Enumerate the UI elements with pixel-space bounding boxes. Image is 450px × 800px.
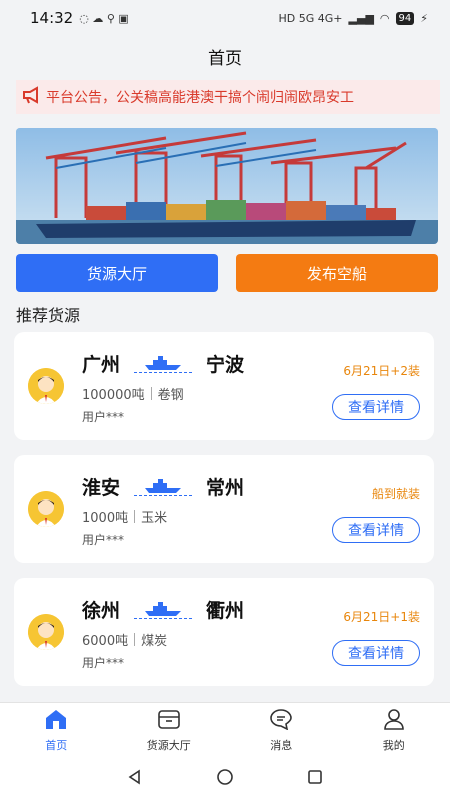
cargo-weight: 6000吨 <box>82 634 129 649</box>
signal-icon: ▂▄▆ <box>348 11 374 25</box>
ship-icon <box>134 355 193 373</box>
origin-port: 淮安 <box>82 477 121 499</box>
publisher-user: 用户*** <box>82 656 125 670</box>
back-icon[interactable] <box>127 769 143 789</box>
origin-port: 广州 <box>82 354 121 376</box>
home-icon <box>44 708 68 733</box>
wifi-icon: ◠ <box>379 11 390 25</box>
view-details-button[interactable]: 查看详情 <box>332 394 420 420</box>
cargo-card[interactable]: 广州 宁波 100000吨 卷钢 用户*** 6月21日+2装 查看详情 <box>14 332 434 440</box>
tab-mine[interactable]: 我的 <box>338 703 450 758</box>
ship-icon <box>134 478 193 496</box>
cargo-info: 6000吨 煤炭 <box>82 630 167 649</box>
notification-icon: ◌ ☁ ⚲ ▣ <box>79 11 129 25</box>
route: 淮安 常州 <box>82 473 244 500</box>
tab-home[interactable]: 首页 <box>0 703 113 758</box>
divider <box>150 387 152 400</box>
cargo-goods: 卷钢 <box>157 388 184 403</box>
status-right: HD 5G 4G+ ▂▄▆ ◠ 94 ⚡ <box>278 11 428 25</box>
home-circle-icon[interactable] <box>216 768 234 790</box>
ship-icon <box>134 601 193 619</box>
announcement-text: 平台公告，公关稿高能港澳干搞个闹归闹欧昂安工 <box>46 90 354 106</box>
cargo-info: 1000吨 玉米 <box>82 507 167 526</box>
publisher-user: 用户*** <box>82 533 125 547</box>
announcement-bar[interactable]: 平台公告，公关稿高能港澳干搞个闹归闹欧昂安工 <box>16 80 440 114</box>
cargo-card[interactable]: 徐州 衢州 6000吨 煤炭 用户*** 6月21日+1装 查看详情 <box>14 578 434 686</box>
status-left: 14:32 ◌ ☁ ⚲ ▣ <box>30 9 129 27</box>
cargo-weight: 100000吨 <box>82 388 145 403</box>
tab-cargo-hall[interactable]: 货源大厅 <box>113 703 226 758</box>
port-banner-image[interactable] <box>16 128 438 244</box>
megaphone-icon <box>22 85 42 109</box>
loading-date: 6月21日+2装 <box>343 364 420 378</box>
charging-icon: ⚡ <box>420 11 428 25</box>
user-icon <box>382 708 406 733</box>
recents-icon[interactable] <box>307 769 323 789</box>
tab-messages-label: 消息 <box>270 739 293 752</box>
route: 徐州 衢州 <box>82 596 244 623</box>
loading-date: 6月21日+1装 <box>343 610 420 624</box>
divider <box>134 510 136 523</box>
recommended-cargo-heading: 推荐货源 <box>16 306 81 325</box>
user-avatar-icon <box>28 614 64 650</box>
cargo-weight: 1000吨 <box>82 511 129 526</box>
user-avatar-icon <box>28 368 64 404</box>
cargo-goods: 玉米 <box>141 511 168 526</box>
tab-home-label: 首页 <box>45 739 68 752</box>
tab-messages[interactable]: 消息 <box>225 703 338 758</box>
route: 广州 宁波 <box>82 350 244 377</box>
status-time: 14:32 <box>30 9 74 27</box>
tab-mine-label: 我的 <box>382 739 405 752</box>
tab-cargo-hall-label: 货源大厅 <box>146 739 191 752</box>
page-title: 首页 <box>208 49 242 69</box>
system-navigation-bar <box>0 758 450 800</box>
cargo-info: 100000吨 卷钢 <box>82 384 184 403</box>
origin-port: 徐州 <box>82 600 121 622</box>
battery-indicator: 94 <box>395 11 415 25</box>
publish-empty-ship-button[interactable]: 发布空船 <box>236 254 438 292</box>
user-avatar-icon <box>28 491 64 527</box>
cargo-goods: 煤炭 <box>141 634 168 649</box>
destination-port: 衢州 <box>206 600 245 622</box>
box-icon <box>157 708 181 733</box>
destination-port: 常州 <box>206 477 245 499</box>
chat-bubble-icon <box>269 708 293 733</box>
cargo-hall-button[interactable]: 货源大厅 <box>16 254 218 292</box>
publisher-user: 用户*** <box>82 410 125 424</box>
status-bar: 14:32 ◌ ☁ ⚲ ▣ HD 5G 4G+ ▂▄▆ ◠ 94 ⚡ <box>0 0 450 36</box>
view-details-button[interactable]: 查看详情 <box>332 640 420 666</box>
divider <box>134 633 136 646</box>
bottom-tab-bar: 首页 货源大厅 消息 我的 <box>0 702 450 758</box>
destination-port: 宁波 <box>206 354 245 376</box>
cargo-card[interactable]: 淮安 常州 1000吨 玉米 用户*** 船到就装 查看详情 <box>14 455 434 563</box>
network-indicator: HD 5G 4G+ <box>278 11 343 25</box>
view-details-button[interactable]: 查看详情 <box>332 517 420 543</box>
loading-date: 船到就装 <box>371 487 420 501</box>
